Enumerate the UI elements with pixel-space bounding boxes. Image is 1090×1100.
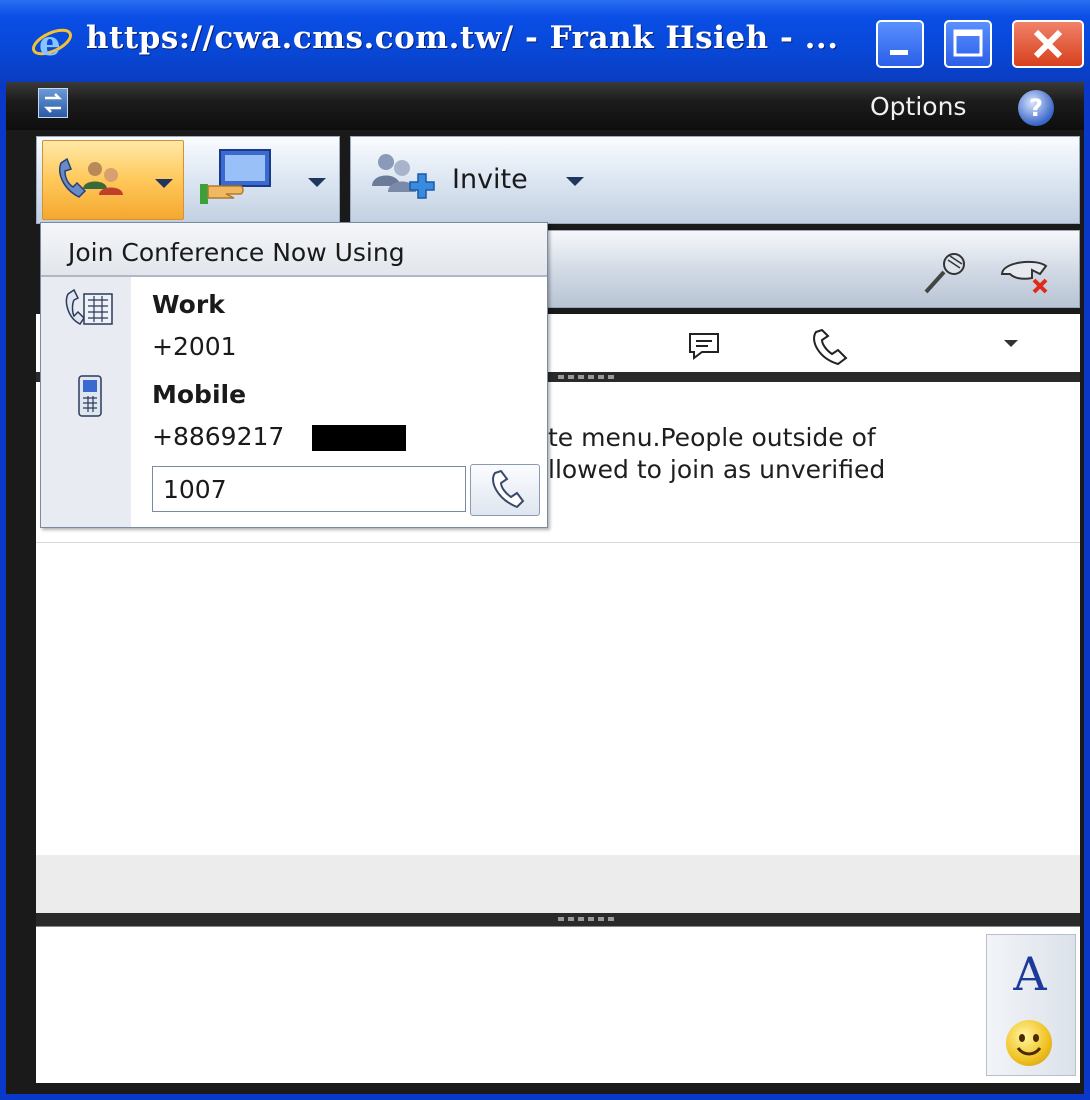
close-icon bbox=[1033, 29, 1063, 59]
browser-window: e https://cwa.cms.com.tw/ - Frank Hsieh … bbox=[0, 0, 1090, 1100]
ie-icon: e bbox=[31, 24, 73, 62]
mobile-number[interactable]: +8869217 bbox=[152, 422, 284, 451]
font-icon[interactable]: A bbox=[1000, 946, 1060, 1002]
conversation-line-1: te menu.People outside of bbox=[548, 423, 876, 452]
share-desktop-icon bbox=[200, 149, 271, 204]
message-input[interactable] bbox=[36, 926, 1080, 1083]
minimize-button[interactable] bbox=[876, 20, 924, 68]
invite-label[interactable]: Invite bbox=[452, 164, 528, 195]
work-number[interactable]: +2001 bbox=[152, 332, 237, 361]
app-icon[interactable] bbox=[38, 88, 68, 118]
join-menu-heading: Join Conference Now Using bbox=[68, 238, 405, 267]
app-logo-icon bbox=[43, 93, 63, 113]
hangup-icon[interactable] bbox=[996, 252, 1056, 296]
custom-number-input[interactable] bbox=[152, 466, 466, 512]
conversation-footer bbox=[36, 855, 1080, 913]
share-desktop-button[interactable] bbox=[196, 140, 336, 220]
smiley-face-icon bbox=[1016, 1034, 1042, 1056]
conversation-empty-area bbox=[36, 543, 1080, 855]
splitter-grip-icon bbox=[558, 917, 614, 921]
mobile-phone-icon bbox=[78, 375, 102, 417]
chat-icon[interactable] bbox=[684, 330, 724, 362]
help-icon[interactable]: ? bbox=[1018, 90, 1054, 126]
maximize-icon bbox=[953, 29, 983, 57]
redaction-bar bbox=[312, 425, 406, 451]
conference-call-button[interactable] bbox=[42, 140, 184, 220]
invite-people-icon bbox=[372, 154, 435, 199]
conversation-message: te menu.People outside of llowed to join… bbox=[548, 422, 885, 486]
participant-dropdown-arrow-icon[interactable] bbox=[1004, 340, 1018, 347]
work-option[interactable]: Work bbox=[152, 290, 225, 319]
phone-icon[interactable] bbox=[808, 328, 852, 368]
conference-call-icon bbox=[59, 157, 123, 198]
conversation-line-2: llowed to join as unverified bbox=[548, 455, 886, 484]
bottom-splitter[interactable] bbox=[36, 913, 1080, 926]
maximize-button[interactable] bbox=[944, 20, 992, 68]
close-button[interactable] bbox=[1012, 20, 1084, 68]
splitter-grip-icon bbox=[558, 375, 614, 379]
emoticon-icon[interactable] bbox=[1006, 1020, 1052, 1066]
mobile-option[interactable]: Mobile bbox=[152, 380, 246, 409]
share-dropdown-arrow-icon bbox=[308, 178, 326, 187]
conference-dropdown-arrow-icon bbox=[155, 179, 173, 188]
minimize-icon bbox=[890, 50, 908, 55]
dial-button[interactable] bbox=[470, 464, 540, 516]
window-title: https://cwa.cms.com.tw/ - Frank Hsieh - … bbox=[86, 20, 839, 56]
options-menu[interactable]: Options bbox=[870, 92, 966, 121]
work-phone-icon bbox=[65, 288, 113, 325]
dial-phone-icon bbox=[492, 469, 525, 509]
microphone-icon[interactable] bbox=[922, 250, 974, 294]
svg-text:e: e bbox=[39, 24, 61, 62]
invite-dropdown-arrow-icon[interactable] bbox=[566, 177, 584, 186]
